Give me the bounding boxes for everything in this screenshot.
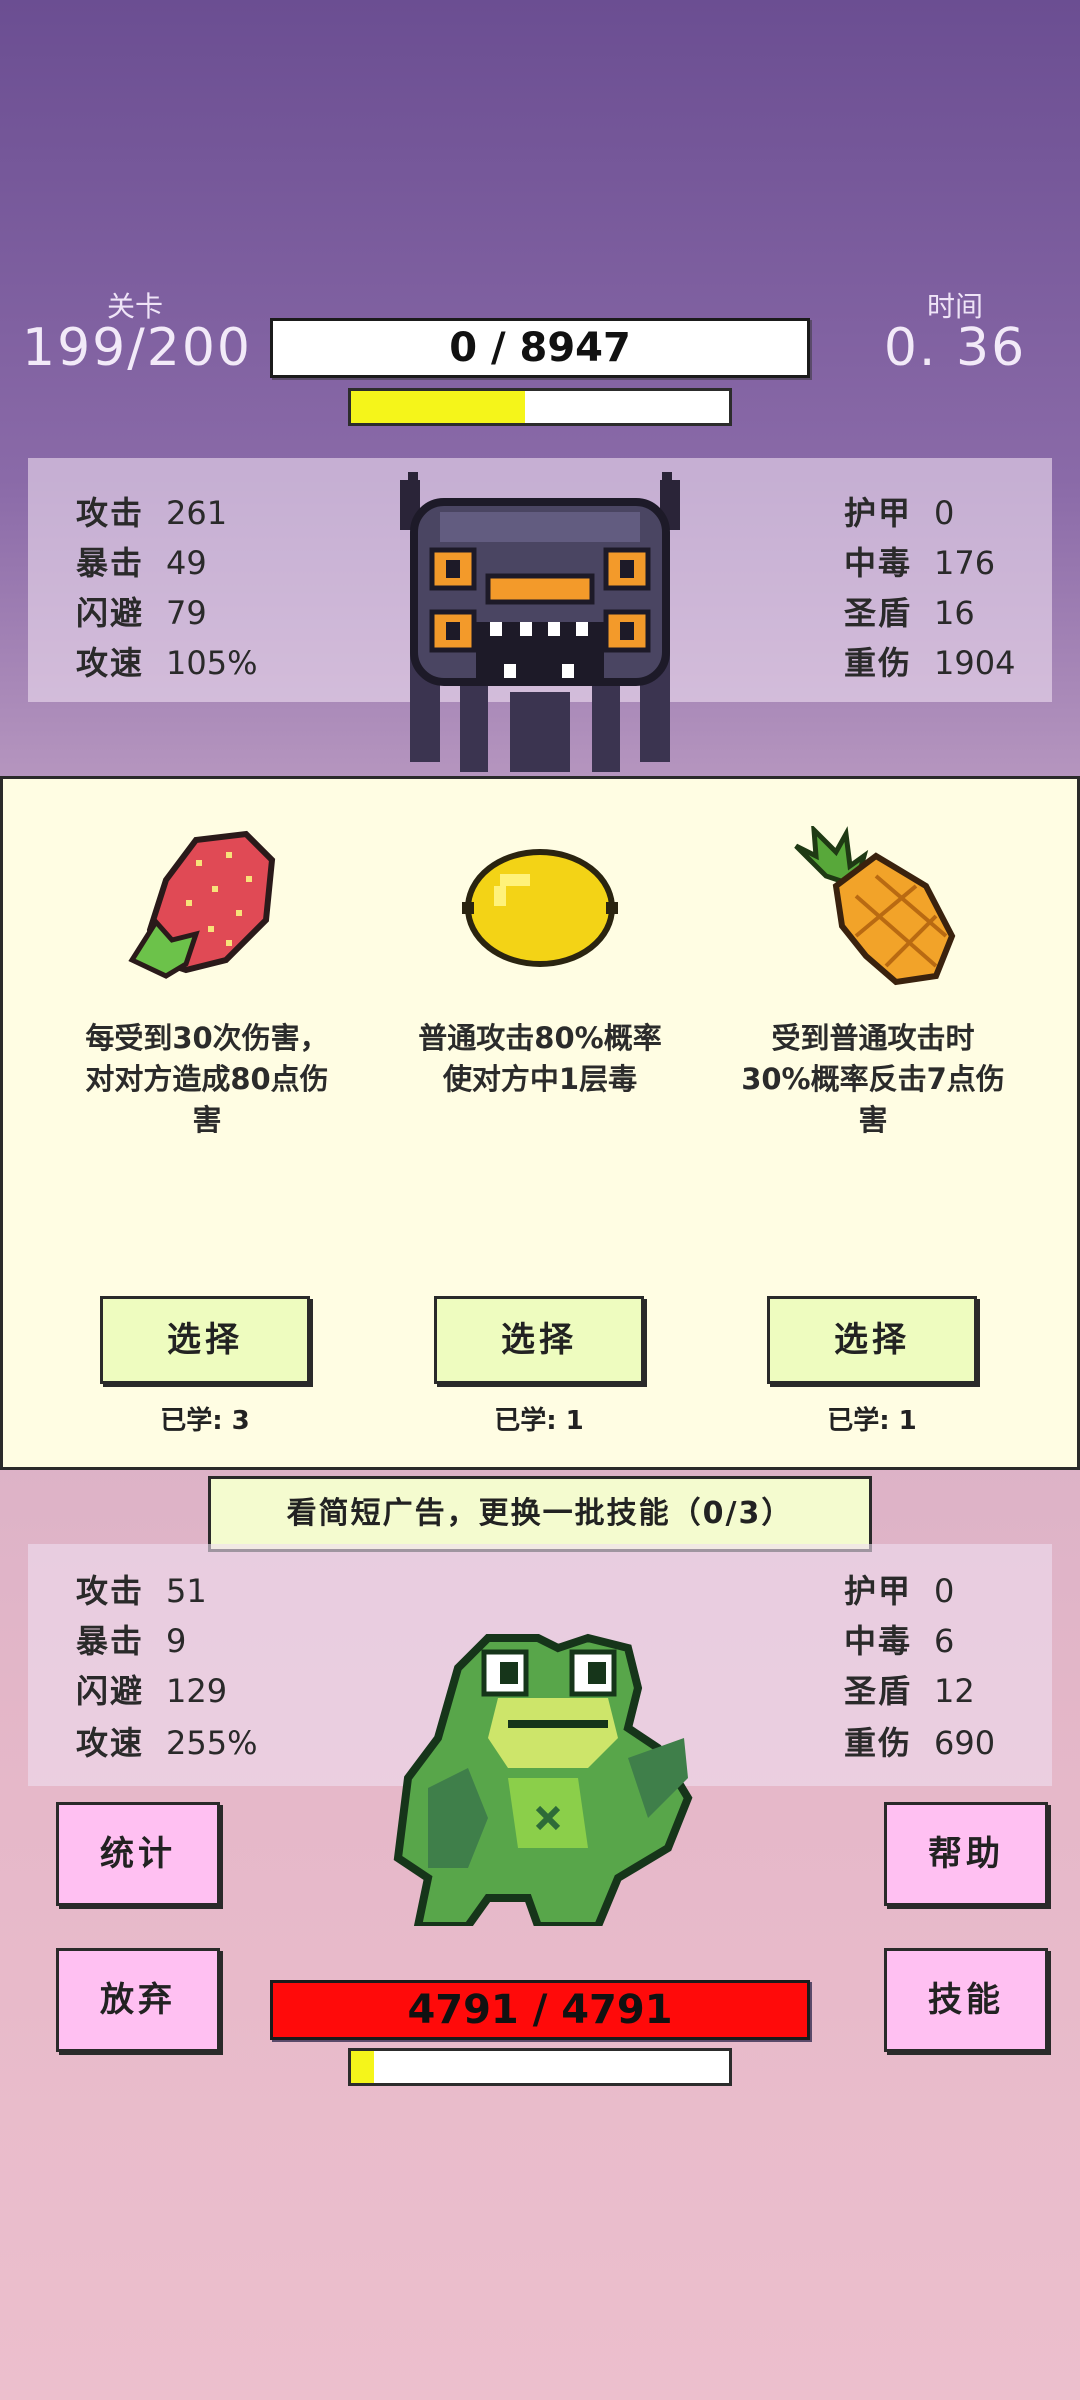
skills-button[interactable]: 技能 <box>884 1948 1048 2052</box>
player-stat-dodge: 闪避 129 <box>76 1672 228 1710</box>
enemy-stat-grievous: 重伤 1904 <box>844 644 1016 682</box>
choice-desc-1: 每受到30次伤害，对对方造成80点伤害 <box>85 1021 329 1137</box>
enemy-xp-fill <box>351 391 525 423</box>
lemon-icon <box>462 849 618 967</box>
enemy-stat-holy-shield: 圣盾 16 <box>844 594 975 632</box>
help-button[interactable]: 帮助 <box>884 1802 1048 1906</box>
enemy-stat-armor: 护甲 0 <box>844 494 955 532</box>
enemy-stat-dodge: 闪避 79 <box>76 594 207 632</box>
level-value: 199/200 <box>21 318 253 378</box>
stats-button[interactable]: 统计 <box>56 1802 220 1906</box>
learned-count-2: 已学: 1 <box>494 1406 584 1436</box>
select-button-2[interactable]: 选择 <box>434 1296 644 1384</box>
enemy-hp-bar: 0 / 8947 <box>270 318 810 378</box>
enemy-stat-poison: 中毒 176 <box>844 544 996 582</box>
enemy-monster-sprite <box>400 472 680 772</box>
player-stat-holy-shield: 圣盾 12 <box>844 1672 975 1710</box>
enemy-xp-bar <box>348 388 732 426</box>
player-stat-armor: 护甲 0 <box>844 1572 955 1610</box>
player-stat-attack-speed: 攻速 255% <box>76 1724 258 1762</box>
ad-refresh-button[interactable]: 看简短广告，更换一批技能（0/3） <box>208 1476 872 1552</box>
player-hp-bar: 4791 / 4791 <box>270 1980 810 2040</box>
player-xp-bar <box>348 2048 732 2086</box>
learned-count-1: 已学: 3 <box>160 1406 250 1436</box>
choice-desc-2: 普通攻击80%概率使对方中1层毒 <box>418 1021 662 1096</box>
enemy-stat-attack: 攻击 261 <box>76 494 228 532</box>
player-stat-grievous: 重伤 690 <box>844 1724 996 1762</box>
enemy-stat-attack-speed: 攻速 105% <box>76 644 258 682</box>
time-value: 0. 36 <box>883 318 1027 378</box>
learned-count-3: 已学: 1 <box>827 1406 917 1436</box>
give-up-button[interactable]: 放弃 <box>56 1948 220 2052</box>
player-stat-attack: 攻击 51 <box>76 1572 207 1610</box>
player-xp-fill <box>351 2051 374 2083</box>
player-stat-poison: 中毒 6 <box>844 1622 955 1660</box>
pineapple-icon <box>794 826 956 986</box>
select-button-3[interactable]: 选择 <box>767 1296 977 1384</box>
frog-player-sprite <box>393 1633 693 1926</box>
enemy-stat-crit: 暴击 49 <box>76 544 207 582</box>
select-button-1[interactable]: 选择 <box>100 1296 310 1384</box>
strawberry-icon <box>128 830 276 979</box>
player-stat-crit: 暴击 9 <box>76 1622 187 1660</box>
choice-desc-3: 受到普通攻击时30%概率反击7点伤害 <box>741 1021 1005 1137</box>
